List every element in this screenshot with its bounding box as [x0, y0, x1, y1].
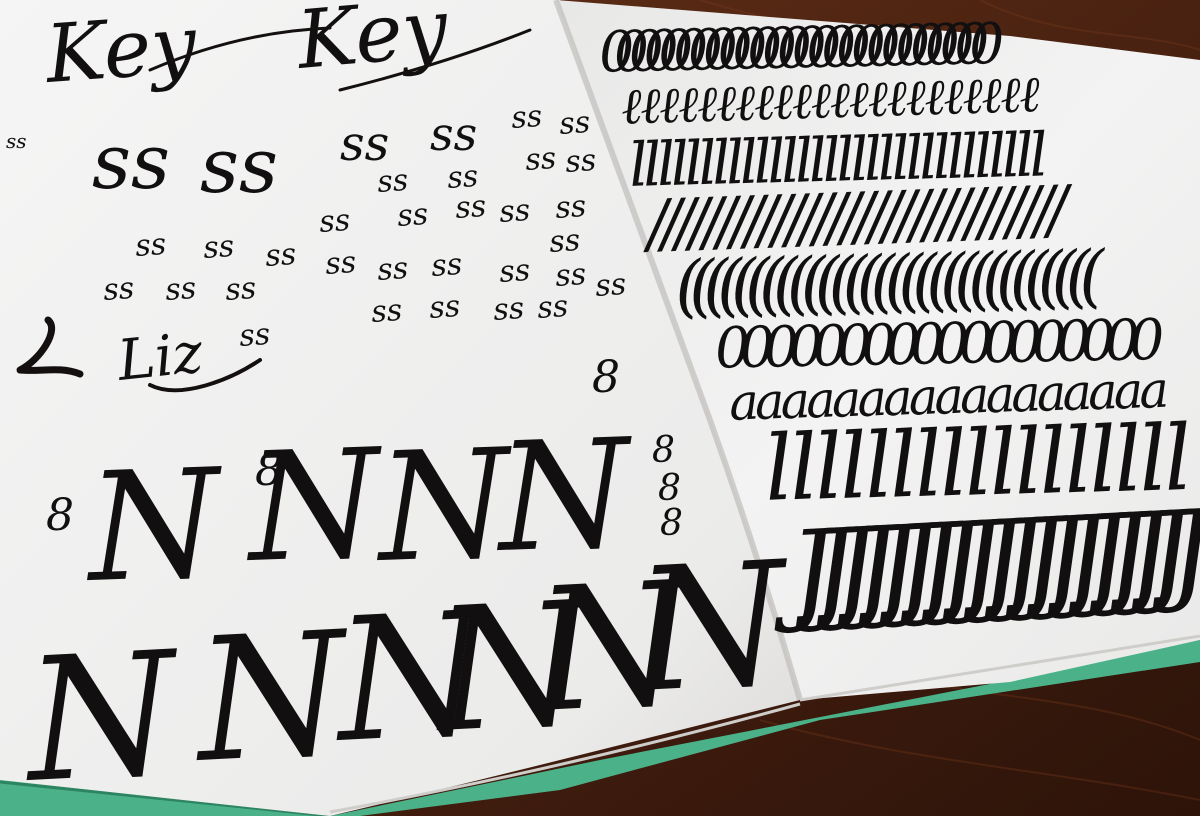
photo-canvas: Key Key ss ss ss ss ss ss ssss ssss ssss ss s… — [0, 0, 1200, 816]
calligraphy-photo: Key Key ss ss ss ss ss ss ss ss ss ss ss ss ss s… — [0, 0, 1200, 816]
